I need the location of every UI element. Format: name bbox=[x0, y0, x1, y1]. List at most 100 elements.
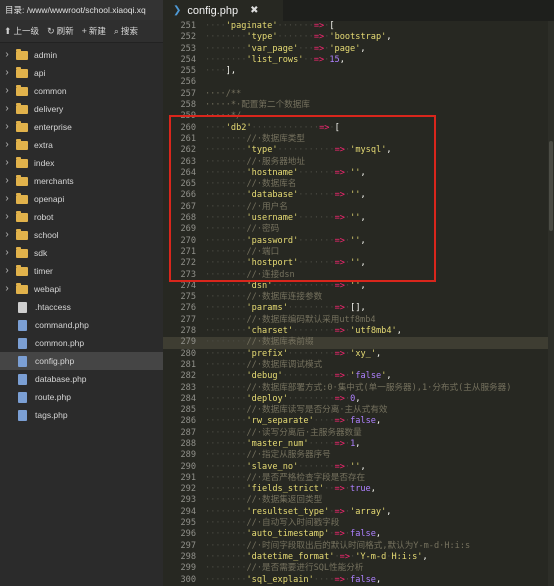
code-line[interactable]: 276 ········'params'·········=>·[], bbox=[163, 303, 554, 314]
code-line[interactable]: 300 ········'sql_explain'····=>·false, bbox=[163, 575, 554, 586]
code-line[interactable]: 288 ········'master_num'·····=>·1, bbox=[163, 439, 554, 450]
tab-config-php[interactable]: ❯ config.php ✖ bbox=[163, 0, 283, 21]
tree-item-school[interactable]: › school bbox=[0, 226, 163, 244]
tree-item-admin[interactable]: › admin bbox=[0, 46, 163, 64]
tree-item-index[interactable]: › index bbox=[0, 154, 163, 172]
code-line[interactable]: 254 ········'list_rows'··=>·15, bbox=[163, 55, 554, 66]
tree-item-label: index bbox=[34, 158, 55, 168]
code-line[interactable]: 269 ········//·密码 bbox=[163, 224, 554, 235]
tree-item-openapi[interactable]: › openapi bbox=[0, 190, 163, 208]
tree-item-htaccess[interactable]: .htaccess bbox=[0, 298, 163, 316]
code-line[interactable]: 257 ····/** bbox=[163, 89, 554, 100]
code-line[interactable]: 253 ········'var_page'···=>·'page', bbox=[163, 44, 554, 55]
tree-item-tags-php[interactable]: tags.php bbox=[0, 406, 163, 424]
tree-item-merchants[interactable]: › merchants bbox=[0, 172, 163, 190]
tree-item-delivery[interactable]: › delivery bbox=[0, 100, 163, 118]
code-line[interactable]: 294 ········'resultset_type'·=>·'array', bbox=[163, 507, 554, 518]
scrollbar-thumb[interactable] bbox=[549, 141, 553, 231]
tree-item-route-php[interactable]: route.php bbox=[0, 388, 163, 406]
code-line[interactable]: 298 ········'datetime_format'·=>·'Y-m-d·H… bbox=[163, 552, 554, 563]
code-line[interactable]: 274 ········'dsn'············=>·'', bbox=[163, 281, 554, 292]
code-line[interactable]: 266 ········'database'·······=>·'', bbox=[163, 190, 554, 201]
code-line[interactable]: 291 ········//·是否严格检查字段是否存在 bbox=[163, 473, 554, 484]
code-line[interactable]: 287 ········//·读写分离后·主服务器数量 bbox=[163, 428, 554, 439]
code-line[interactable]: 252 ········'type'·······=>·'bootstrap', bbox=[163, 32, 554, 43]
code-line[interactable]: 273 ········//·连接dsn bbox=[163, 270, 554, 281]
code-line[interactable]: 299 ········//·是否需要进行SQL性能分析 bbox=[163, 563, 554, 574]
code-line[interactable]: 270 ········'password'·······=>·'', bbox=[163, 236, 554, 247]
tree-item-extra[interactable]: › extra bbox=[0, 136, 163, 154]
code-line[interactable]: 264 ········'hostname'·······=>·'', bbox=[163, 168, 554, 179]
tree-item-config-php[interactable]: config.php bbox=[0, 352, 163, 370]
tree-item-robot[interactable]: › robot bbox=[0, 208, 163, 226]
tree-item-webapi[interactable]: › webapi bbox=[0, 280, 163, 298]
code-line[interactable]: 292 ········'fields_strict'··=>·true, bbox=[163, 484, 554, 495]
code-line[interactable]: 279 ········//·数据库表前缀 bbox=[163, 337, 554, 349]
tab-close-icon[interactable]: ✖ bbox=[250, 5, 258, 16]
tree-item-command-php[interactable]: command.php bbox=[0, 316, 163, 334]
tree-item-common[interactable]: › common bbox=[0, 82, 163, 100]
code-line[interactable]: 283 ········//·数据库部署方式:0·集中式(单一服务器),1·分布式… bbox=[163, 383, 554, 394]
search-button[interactable]: ⌕ 搜索 bbox=[110, 20, 142, 42]
code-line[interactable]: 255 ····], bbox=[163, 66, 554, 77]
code-line[interactable]: 280 ········'prefix'·········=>·'xy_', bbox=[163, 349, 554, 360]
chevron-right-icon[interactable]: › bbox=[0, 226, 14, 244]
tree-item-enterprise[interactable]: › enterprise bbox=[0, 118, 163, 136]
tree-item-timer[interactable]: › timer bbox=[0, 262, 163, 280]
chevron-right-icon[interactable]: › bbox=[0, 64, 14, 82]
code-line[interactable]: 262 ········'type'···········=>·'mysql', bbox=[163, 145, 554, 156]
code-line[interactable]: 259 ·····*/ bbox=[163, 111, 554, 122]
code-line[interactable]: 285 ········//·数据库读写是否分离·主从式有效 bbox=[163, 405, 554, 416]
chevron-right-icon[interactable]: › bbox=[0, 190, 14, 208]
code-line[interactable]: 293 ········//·数据集返回类型 bbox=[163, 495, 554, 506]
chevron-right-icon[interactable]: › bbox=[0, 82, 14, 100]
code-line[interactable]: 261 ········//·数据库类型 bbox=[163, 134, 554, 145]
code-line[interactable]: 278 ········'charset'········=>·'utf8mb4'… bbox=[163, 326, 554, 337]
chevron-right-icon[interactable]: › bbox=[0, 280, 14, 298]
code-line[interactable]: 256 bbox=[163, 77, 554, 88]
up-level-button[interactable]: ⬆ 上一级 bbox=[0, 20, 43, 42]
chevron-right-icon[interactable]: › bbox=[0, 154, 14, 172]
chevron-right-icon[interactable]: › bbox=[0, 46, 14, 64]
chevron-right-icon[interactable]: › bbox=[0, 244, 14, 262]
code-line[interactable]: 284 ········'deploy'·········=>·0, bbox=[163, 394, 554, 405]
code-line[interactable]: 272 ········'hostport'·······=>·'', bbox=[163, 258, 554, 269]
chevron-right-icon[interactable]: › bbox=[0, 172, 14, 190]
chevron-right-icon[interactable]: › bbox=[0, 208, 14, 226]
code-line[interactable]: 271 ········//·端口 bbox=[163, 247, 554, 258]
line-number: 254 bbox=[180, 54, 196, 65]
code-text: ········//·数据库连接参数 bbox=[205, 292, 323, 303]
code-line[interactable]: 289 ········//·指定从服务器序号 bbox=[163, 450, 554, 461]
tree-item-api[interactable]: › api bbox=[0, 64, 163, 82]
tree-item-sdk[interactable]: › sdk bbox=[0, 244, 163, 262]
code-line[interactable]: 296 ········'auto_timestamp'·=>·false, bbox=[163, 529, 554, 540]
code-line[interactable]: 268 ········'username'·······=>·'', bbox=[163, 213, 554, 224]
code-area[interactable]: 251 ····'paginate'·······=>·[252 ········'… bbox=[163, 21, 554, 586]
chevron-right-icon[interactable]: › bbox=[0, 136, 14, 154]
code-line[interactable]: 263 ········//·服务器地址 bbox=[163, 157, 554, 168]
chevron-right-icon[interactable]: › bbox=[0, 118, 14, 136]
code-line[interactable]: 258 ·····*·配置第二个数据库 bbox=[163, 100, 554, 111]
vertical-scrollbar[interactable] bbox=[548, 21, 554, 586]
new-button[interactable]: + 新建 bbox=[78, 20, 110, 42]
code-line[interactable]: 282 ········'debug'··········=>·'false', bbox=[163, 371, 554, 382]
code-line[interactable]: 251 ····'paginate'·······=>·[ bbox=[163, 21, 554, 32]
code-line[interactable]: 260 ····'db2'·············=>·[ bbox=[163, 123, 554, 134]
chevron-right-icon[interactable]: › bbox=[0, 100, 14, 118]
code-line[interactable]: 290 ········'slave_no'·······=>·'', bbox=[163, 462, 554, 473]
code-line[interactable]: 275 ········//·数据库连接参数 bbox=[163, 292, 554, 303]
code-text: ········'sql_explain'····=>·false, bbox=[205, 574, 382, 585]
code-line[interactable]: 265 ········//·数据库名 bbox=[163, 179, 554, 190]
code-line[interactable]: 267 ········//·用户名 bbox=[163, 202, 554, 213]
chevron-right-icon[interactable]: › bbox=[0, 262, 14, 280]
line-number: 291 bbox=[180, 472, 196, 483]
tree-item-common-php[interactable]: common.php bbox=[0, 334, 163, 352]
code-line[interactable]: 281 ········//·数据库调试模式 bbox=[163, 360, 554, 371]
refresh-button[interactable]: ↻ 刷新 bbox=[43, 20, 78, 42]
code-line[interactable]: 286 ········'rw_separate'····=>·false, bbox=[163, 416, 554, 427]
tree-item-database-php[interactable]: database.php bbox=[0, 370, 163, 388]
code-line[interactable]: 277 ········//·数据库编码默认采用utf8mb4 bbox=[163, 315, 554, 326]
code-line[interactable]: 297 ········//·时间字段取出后的默认时间格式,默认为Y-m-d·H:… bbox=[163, 541, 554, 552]
code-text: ········'hostport'·······=>·'', bbox=[205, 258, 366, 269]
code-line[interactable]: 295 ········//·自动写入时间戳字段 bbox=[163, 518, 554, 529]
